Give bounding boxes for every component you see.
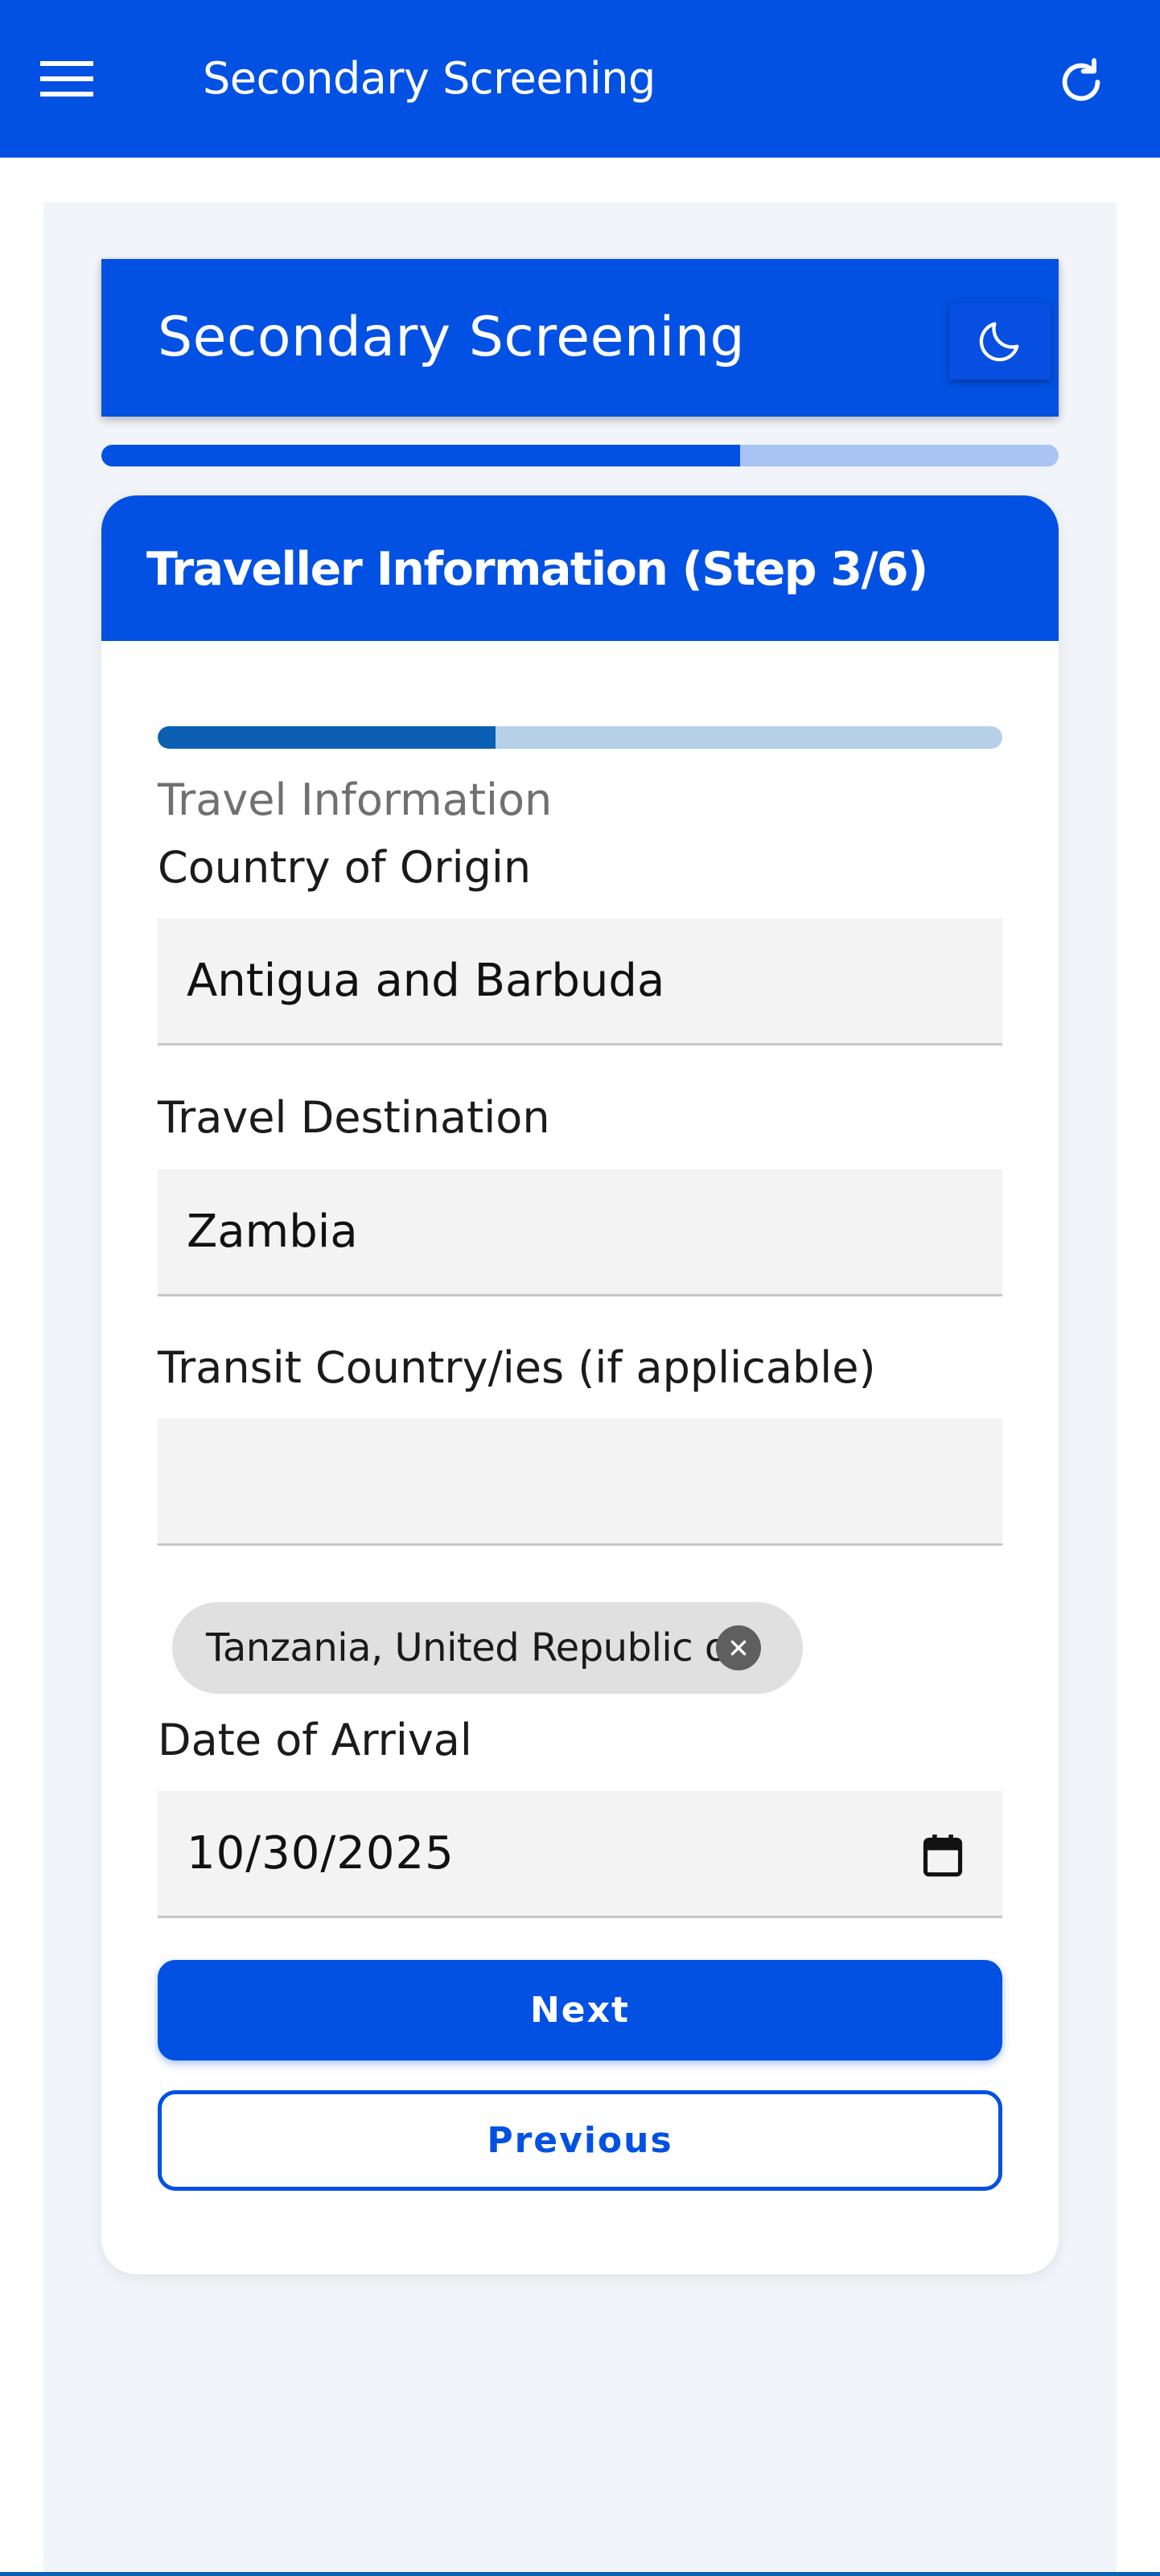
screening-header: Secondary Screening bbox=[101, 259, 1059, 417]
menu-button[interactable] bbox=[40, 48, 117, 109]
screening-header-title: Secondary Screening bbox=[158, 306, 746, 369]
traveller-information-card: Traveller Information (Step 3/6) Travel … bbox=[101, 495, 1059, 2274]
close-icon bbox=[730, 1640, 747, 1656]
app-bar-title: Secondary Screening bbox=[203, 53, 656, 104]
card-title: Traveller Information (Step 3/6) bbox=[146, 543, 928, 596]
travel-destination-field[interactable]: Zambia bbox=[158, 1169, 1002, 1296]
refresh-button[interactable] bbox=[1043, 43, 1120, 121]
travel-destination-label: Travel Destination bbox=[158, 1092, 550, 1143]
chip-remove-button[interactable] bbox=[716, 1625, 761, 1670]
card-header: Traveller Information (Step 3/6) bbox=[101, 495, 1059, 641]
next-button[interactable]: Next bbox=[158, 1960, 1002, 2060]
date-of-arrival-value: 10/30/2025 bbox=[187, 1827, 455, 1880]
calendar-button[interactable] bbox=[911, 1823, 975, 1888]
overall-progress-bar bbox=[101, 445, 1059, 466]
country-of-origin-value: Antigua and Barbuda bbox=[187, 955, 665, 1007]
date-of-arrival-field[interactable]: 10/30/2025 bbox=[158, 1791, 1002, 1918]
refresh-icon bbox=[1062, 58, 1100, 101]
chip-label: Tanzania, United Republic of bbox=[206, 1625, 742, 1670]
transit-countries-label: Transit Country/ies (if applicable) bbox=[158, 1342, 876, 1393]
step-progress-bar bbox=[158, 726, 1002, 749]
travel-destination-value: Zambia bbox=[187, 1206, 358, 1258]
dark-mode-toggle[interactable] bbox=[949, 302, 1051, 380]
step-progress-fill bbox=[158, 726, 496, 749]
transit-countries-field[interactable] bbox=[158, 1419, 1002, 1546]
calendar-icon bbox=[923, 1834, 963, 1877]
previous-button[interactable]: Previous bbox=[158, 2090, 1002, 2191]
overall-progress-fill bbox=[101, 445, 740, 466]
section-label: Travel Information bbox=[158, 774, 553, 825]
moon-icon bbox=[979, 322, 1019, 362]
transit-country-chip: Tanzania, United Republic of bbox=[172, 1602, 803, 1694]
date-of-arrival-label: Date of Arrival bbox=[158, 1715, 472, 1765]
country-of-origin-field[interactable]: Antigua and Barbuda bbox=[158, 918, 1002, 1046]
app-bar: Secondary Screening bbox=[0, 0, 1160, 158]
bottom-edge bbox=[0, 2572, 1160, 2576]
hamburger-menu-icon bbox=[40, 61, 93, 97]
country-of-origin-label: Country of Origin bbox=[158, 842, 532, 893]
